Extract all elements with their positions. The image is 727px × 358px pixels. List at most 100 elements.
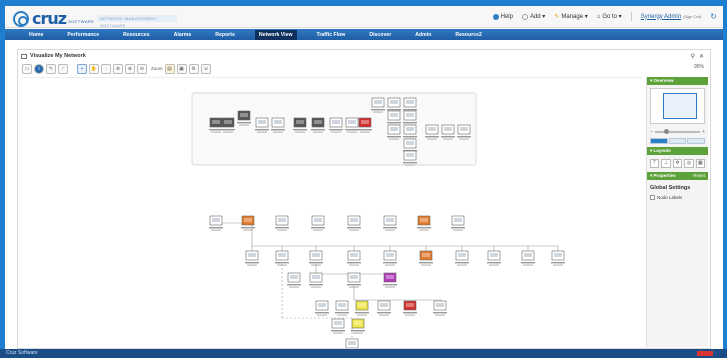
network-node[interactable] (245, 250, 259, 266)
properties-header[interactable]: ▾ Properties Reset (647, 172, 708, 180)
node-label-stub (353, 332, 363, 334)
network-node[interactable] (345, 338, 359, 348)
link-icon[interactable]: ⟋ (58, 63, 68, 74)
node-label-stub (295, 131, 305, 133)
network-map[interactable] (22, 78, 642, 348)
overview-header[interactable]: ▾ Overview (647, 77, 708, 85)
network-node[interactable] (351, 318, 365, 334)
edit-icon[interactable]: ✎ (46, 63, 56, 74)
overview-minimap[interactable] (650, 88, 705, 124)
zoom-out-icon[interactable]: ⊖ (137, 63, 147, 74)
network-node[interactable] (521, 250, 535, 266)
view-toggle-1[interactable] (650, 138, 668, 144)
properties-reset[interactable]: Reset (693, 172, 705, 180)
user-menu[interactable]: Synergy Admin (Sign Out) (641, 14, 702, 20)
network-node[interactable] (315, 300, 329, 316)
node-label-stub (371, 109, 385, 111)
network-node[interactable] (347, 272, 361, 288)
organic-layout-icon[interactable]: ✲ (672, 159, 683, 168)
zoom-in-icon[interactable]: ⊕ (125, 63, 135, 74)
network-node[interactable] (309, 272, 323, 288)
network-node[interactable] (433, 300, 447, 316)
nav-tab-alarms[interactable]: Alarms (170, 30, 196, 40)
hierarchical-layout-icon[interactable]: ⊤ (650, 159, 660, 168)
network-node[interactable] (551, 250, 565, 266)
network-node[interactable] (275, 215, 289, 231)
nav-tab-resource2[interactable]: Resource2 (451, 30, 486, 40)
network-node[interactable] (331, 318, 345, 334)
overview-viewport[interactable] (663, 93, 697, 119)
network-node[interactable] (455, 250, 469, 266)
side-panel: ▾ Overview − + ▾ Layouts ⊤ ⊥ ✲ ◎ ▦ ▾ Pro… (646, 77, 708, 347)
save-icon[interactable]: ▣ (176, 63, 187, 74)
header-actions: Help Add ▾ ✎ Manage ▾ ⌂ Go to ▾ Synergy Ad… (492, 12, 717, 21)
node-label-stub (255, 129, 269, 131)
pan-icon[interactable]: ✋ (89, 63, 99, 74)
refresh-icon[interactable]: ↻ (710, 12, 717, 21)
nav-tab-performance[interactable]: Performance (63, 30, 103, 40)
network-node[interactable] (383, 272, 397, 288)
network-canvas[interactable] (22, 77, 642, 348)
view-toggle-2[interactable] (668, 138, 687, 144)
wrench-tool-icon[interactable]: ⚙ (188, 63, 199, 74)
network-node[interactable] (355, 300, 369, 316)
nav-tab-network-view[interactable]: Network View (254, 29, 297, 40)
node-labels-checkbox[interactable] (650, 195, 655, 200)
zoom-slider-knob[interactable] (663, 129, 669, 134)
network-node[interactable] (377, 300, 391, 316)
footer-alert[interactable] (697, 351, 713, 356)
pin-icon[interactable]: ⚲ (691, 53, 695, 60)
tree-layout-icon[interactable]: ⊥ (661, 159, 671, 168)
folder-icon[interactable]: ▤ (164, 63, 175, 74)
network-node[interactable] (383, 215, 397, 231)
nav-tab-home[interactable]: Home (25, 30, 47, 40)
view-toggle-3[interactable] (687, 138, 706, 144)
network-node[interactable] (347, 215, 361, 231)
help-icon (492, 13, 499, 20)
network-node[interactable] (311, 215, 325, 231)
network-node[interactable] (347, 250, 361, 266)
node-label-stub (347, 262, 361, 264)
help-button[interactable]: Help (492, 13, 513, 20)
info-icon[interactable]: i (34, 63, 44, 74)
grid-layout-icon[interactable]: ▦ (695, 159, 706, 168)
manage-menu[interactable]: ✎ Manage ▾ (554, 13, 587, 20)
network-node[interactable] (275, 250, 289, 266)
network-node[interactable] (209, 215, 223, 231)
close-icon[interactable]: ✕ (699, 53, 704, 60)
nav-tab-discover[interactable]: Discover (365, 30, 395, 40)
network-node[interactable] (403, 300, 417, 316)
network-node[interactable] (335, 300, 349, 316)
node-label-stub (387, 136, 401, 138)
node-label-stub (347, 227, 361, 229)
sign-out-link[interactable]: (Sign Out) (683, 14, 701, 19)
export-icon[interactable]: ⇲ (200, 63, 211, 74)
node-screen (406, 141, 414, 145)
add-menu[interactable]: Add ▾ (521, 13, 545, 20)
layouts-header[interactable]: ▾ Layouts (647, 147, 708, 155)
select-icon[interactable]: ▪ (77, 63, 87, 74)
zoom-slider[interactable] (654, 129, 701, 134)
goto-menu[interactable]: ⌂ Go to ▾ (597, 13, 622, 21)
node-label-stub (403, 122, 417, 124)
network-node[interactable] (287, 272, 301, 288)
marquee-icon[interactable]: ◌ (101, 63, 111, 74)
zoom-out-small-icon[interactable]: − (650, 129, 653, 135)
circular-layout-icon[interactable]: ◎ (684, 159, 694, 168)
layout-icon[interactable]: ▭ (22, 63, 32, 74)
network-node[interactable] (487, 250, 501, 266)
zoom-fit-icon[interactable]: ⊚ (113, 63, 123, 74)
network-node[interactable] (383, 250, 397, 266)
nav-tab-resources[interactable]: Resources (119, 30, 154, 40)
nav-tab-reports[interactable]: Reports (211, 30, 239, 40)
network-node[interactable] (309, 250, 323, 266)
network-node[interactable] (417, 215, 431, 231)
network-node[interactable] (419, 250, 433, 266)
zoom-in-small-icon[interactable]: + (702, 129, 705, 135)
nav-tab-traffic-flow[interactable]: Traffic Flow (313, 30, 350, 40)
network-node[interactable] (241, 215, 255, 231)
node-labels-option[interactable]: Node Labels (647, 193, 708, 202)
nav-tab-admin[interactable]: Admin (411, 30, 435, 40)
node-screen (248, 253, 256, 257)
network-node[interactable] (451, 215, 465, 231)
